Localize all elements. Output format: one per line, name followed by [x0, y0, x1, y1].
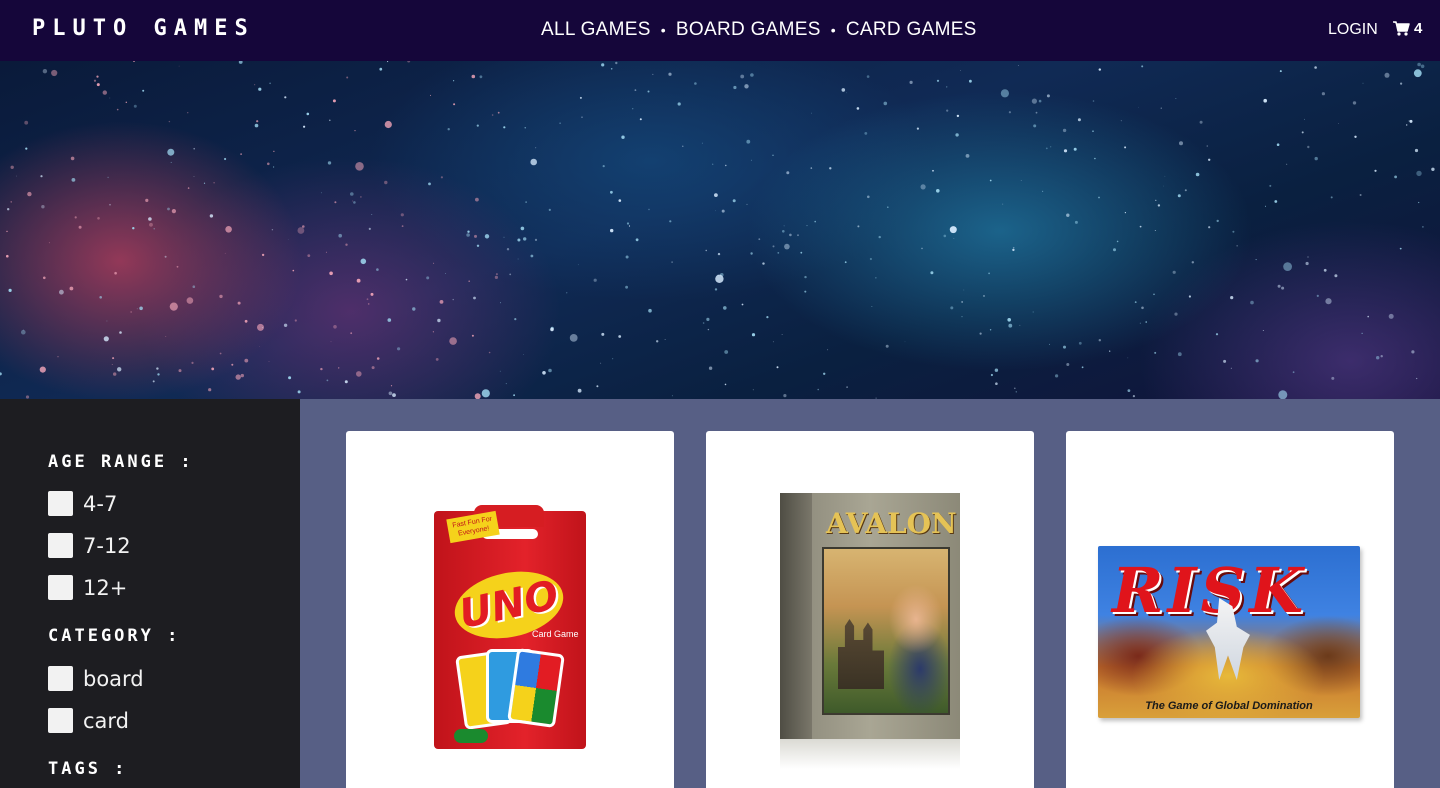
risk-title: RISK [1112, 554, 1308, 627]
uno-subtitle: Card Game [532, 629, 579, 639]
category-heading: CATEGORY : [48, 626, 181, 646]
cart-button[interactable]: 4 [1393, 20, 1422, 37]
nav-link-board-games[interactable]: BOARD GAMES [676, 19, 821, 41]
nav-link-card-games[interactable]: CARD GAMES [846, 19, 977, 41]
avalon-box-spine [780, 493, 812, 739]
top-navbar: PLUTO GAMES ALL GAMES • BOARD GAMES • CA… [0, 0, 1440, 61]
age-4-7-checkbox[interactable] [48, 491, 73, 516]
risk-box-image: RISK The Game of Global Domination [1098, 546, 1360, 718]
main-nav: ALL GAMES • BOARD GAMES • CARD GAMES [541, 19, 977, 41]
age-option-4-7[interactable]: 4-7 [48, 491, 117, 516]
age-12-plus-checkbox[interactable] [48, 575, 73, 600]
age-range-heading: AGE RANGE : [48, 452, 194, 472]
nav-separator: • [660, 22, 666, 38]
castle-illustration [838, 619, 884, 689]
product-card-uno[interactable]: Fast Fun For Everyone! UNO Card Game [346, 431, 674, 788]
avalon-title: AVALON [826, 507, 957, 540]
avalon-box-image: AVALON [780, 493, 960, 739]
age-7-12-checkbox[interactable] [48, 533, 73, 558]
category-option-label: board [83, 666, 144, 691]
login-link[interactable]: LOGIN [1328, 21, 1378, 39]
cart-count: 4 [1414, 20, 1423, 37]
age-option-12-plus[interactable]: 12+ [48, 575, 127, 600]
product-card-avalon[interactable]: AVALON [706, 431, 1034, 788]
nav-link-all-games[interactable]: ALL GAMES [541, 19, 651, 41]
shopping-cart-icon [1393, 21, 1410, 36]
category-option-card[interactable]: card [48, 708, 129, 733]
age-option-label: 12+ [83, 575, 128, 600]
category-card-checkbox[interactable] [48, 708, 73, 733]
risk-tagline: The Game of Global Domination [1145, 700, 1313, 712]
avalon-reflection [780, 739, 960, 769]
product-grid: Fast Fun For Everyone! UNO Card Game AVA… [300, 399, 1440, 788]
sparkle-texture [0, 61, 1435, 399]
category-board-checkbox[interactable] [48, 666, 73, 691]
category-option-board[interactable]: board [48, 666, 144, 691]
filter-sidebar: AGE RANGE : 4-7 7-12 12+ CATEGORY : boar… [0, 399, 300, 788]
product-card-risk[interactable]: RISK The Game of Global Domination [1066, 431, 1394, 788]
tags-heading: TAGS : [48, 759, 128, 779]
uno-card-wild [507, 648, 565, 728]
age-option-7-12[interactable]: 7-12 [48, 533, 131, 558]
age-option-label: 7-12 [83, 533, 131, 558]
category-option-label: card [83, 708, 130, 733]
uno-box-image: Fast Fun For Everyone! UNO Card Game [434, 505, 586, 749]
avalon-cover-art [822, 547, 950, 715]
hero-banner-image [0, 61, 1440, 399]
nav-separator: • [830, 22, 836, 38]
uno-family-badge [454, 729, 488, 743]
age-option-label: 4-7 [83, 491, 118, 516]
brand-logo[interactable]: PLUTO GAMES [32, 16, 255, 41]
